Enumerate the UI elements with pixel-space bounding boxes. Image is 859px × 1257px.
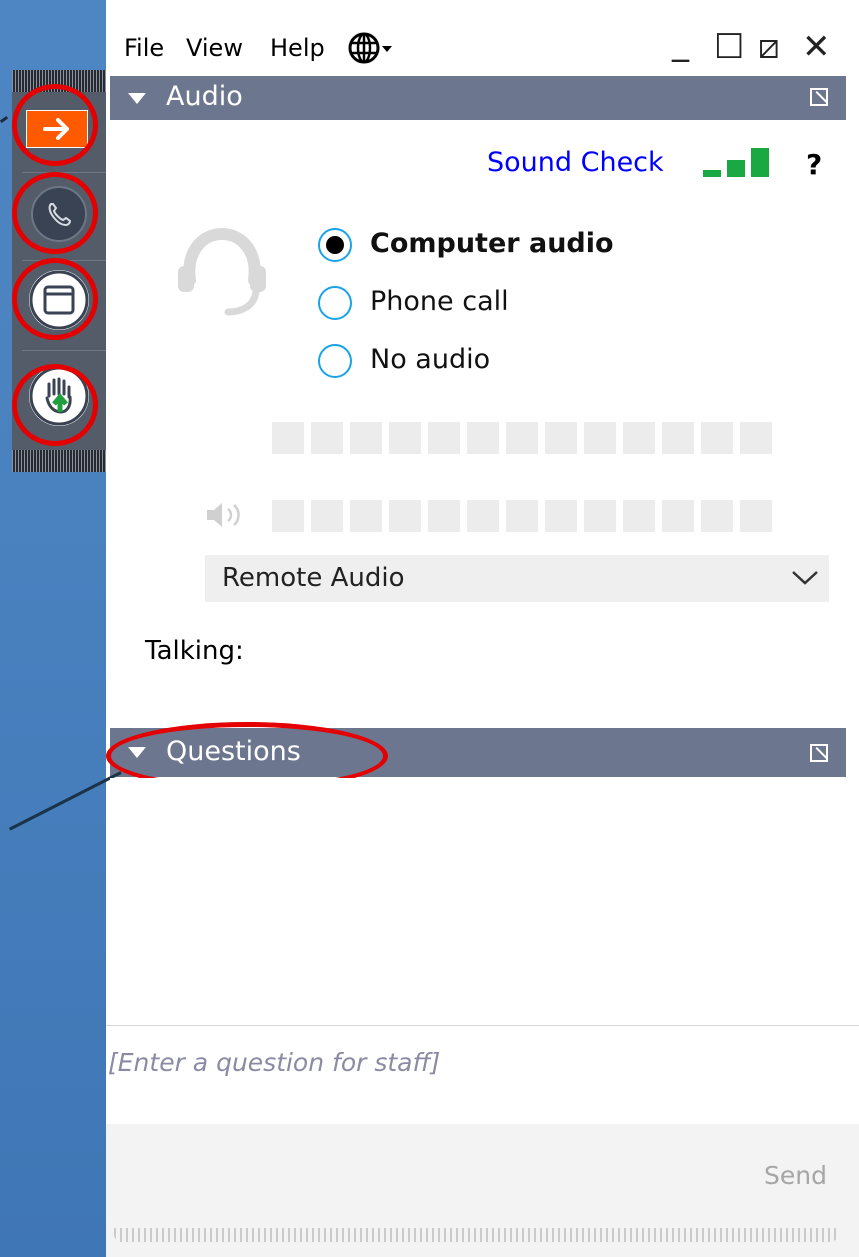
- help-icon[interactable]: ?: [806, 148, 822, 181]
- radio-no-audio[interactable]: [318, 344, 352, 378]
- question-input-placeholder[interactable]: [Enter a question for staff]: [108, 1048, 440, 1077]
- minimize-button[interactable]: _: [672, 26, 689, 60]
- audio-device-value: Remote Audio: [222, 563, 405, 593]
- resize-grip[interactable]: [114, 1228, 838, 1242]
- callout-line: [0, 115, 9, 124]
- talking-label: Talking:: [145, 636, 244, 666]
- menu-help[interactable]: Help: [270, 34, 325, 62]
- close-button[interactable]: ✕: [802, 30, 831, 64]
- toolbar-divider: [22, 350, 106, 351]
- maximize-button[interactable]: ☐: [714, 30, 744, 64]
- send-button[interactable]: Send: [758, 1152, 832, 1198]
- radio-computer-audio[interactable]: [318, 228, 352, 262]
- audio-section-title: Audio: [166, 81, 243, 112]
- collapse-triangle-icon[interactable]: [128, 93, 146, 104]
- radio-no-audio-label[interactable]: No audio: [370, 344, 490, 375]
- callout-line: [8, 771, 122, 831]
- speaker-icon: [207, 503, 240, 527]
- language-menu[interactable]: [348, 30, 408, 70]
- audio-device-select[interactable]: Remote Audio: [205, 555, 829, 602]
- question-input-area[interactable]: [Enter a question for staff]: [106, 1025, 859, 1125]
- sound-check-link[interactable]: Sound Check: [487, 147, 664, 178]
- popout-icon[interactable]: [810, 744, 828, 762]
- headset-icon: [178, 227, 266, 316]
- chevron-down-icon: [792, 571, 818, 585]
- popout-icon[interactable]: [810, 88, 828, 106]
- highlight-ring: [12, 364, 98, 446]
- questions-log: [110, 778, 846, 1024]
- highlight-ring: [12, 258, 98, 340]
- grip-bottom[interactable]: [12, 450, 106, 472]
- radio-phone-call-label[interactable]: Phone call: [370, 286, 509, 317]
- highlight-ring: [12, 172, 98, 254]
- signal-bars-icon: [703, 148, 769, 177]
- globe-icon: [348, 32, 392, 64]
- highlight-ring: [12, 84, 98, 166]
- radio-computer-audio-label[interactable]: Computer audio: [370, 228, 614, 259]
- menu-file[interactable]: File: [124, 34, 164, 62]
- radio-phone-call[interactable]: [318, 286, 352, 320]
- menu-view[interactable]: View: [186, 34, 243, 62]
- menubar: File View Help _ ☐ ⧄ ✕: [110, 10, 859, 74]
- audio-section-header[interactable]: Audio: [110, 76, 846, 120]
- restore-button[interactable]: ⧄: [758, 30, 780, 64]
